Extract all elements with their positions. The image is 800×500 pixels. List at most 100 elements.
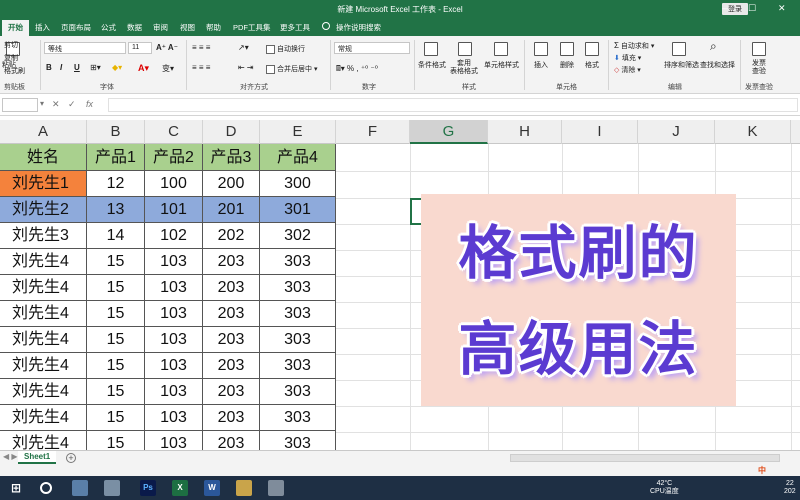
folder-icon[interactable] [236,480,252,496]
photoshop-icon[interactable]: Ps [140,480,156,496]
minimize-icon[interactable]: — [722,3,731,13]
fill-button[interactable]: ⬇ 填充 ▾ [614,53,641,63]
table-cell[interactable]: 刘先生4 [0,379,87,405]
bold-button[interactable]: B [46,63,52,72]
autosum-button[interactable]: Σ 自动求和 ▾ [614,41,654,51]
image-viewer-icon[interactable] [268,480,284,496]
table-cell[interactable]: 15 [87,353,145,379]
font-color-button[interactable]: A▾ [138,63,149,74]
find-select-button[interactable]: 查找和选择 [700,60,735,70]
tab-help[interactable]: 帮助 [206,22,221,33]
wrap-text-button[interactable]: 自动换行 [266,44,305,54]
tab-page-layout[interactable]: 页面布局 [61,22,91,33]
table-cell[interactable]: 13 [87,197,145,223]
column-header-f[interactable]: F [336,120,410,144]
table-cell[interactable]: 303 [260,275,336,301]
table-cell[interactable]: 103 [145,301,203,327]
horizontal-scrollbar[interactable] [510,454,780,462]
indent-buttons[interactable]: ⇤ ⇥ [238,63,254,72]
tab-insert[interactable]: 插入 [35,22,50,33]
app-icon[interactable] [104,480,120,496]
table-cell[interactable]: 103 [145,353,203,379]
format-cells-button[interactable]: 格式 [585,60,599,70]
table-cell[interactable]: 刘先生2 [0,197,87,223]
column-header-j[interactable]: J [638,120,715,144]
table-cell[interactable]: 303 [260,431,336,450]
insert-function-button[interactable]: fx [86,99,93,109]
grow-font-button[interactable]: A⁺ A⁻ [156,43,178,52]
column-header-a[interactable]: A [0,120,87,144]
orientation-button[interactable]: ↗▾ [238,43,249,52]
cut-label[interactable]: 剪切 [4,40,18,50]
table-cell[interactable]: 203 [203,249,260,275]
windows-start-icon[interactable]: ⊞ [8,480,24,496]
table-cell[interactable]: 15 [87,249,145,275]
table-cell[interactable]: 15 [87,405,145,431]
copy-label[interactable]: 复制 [4,53,18,63]
enter-icon[interactable]: ✓ [68,99,76,110]
table-cell[interactable]: 103 [145,405,203,431]
header-cell-product2[interactable]: 产品2 [145,144,203,171]
table-cell[interactable]: 303 [260,249,336,275]
cancel-icon[interactable]: ✕ [52,99,60,110]
font-size-select[interactable]: 11 [128,42,152,54]
table-cell[interactable]: 303 [260,405,336,431]
name-box[interactable] [2,98,38,112]
task-view-icon[interactable] [72,480,88,496]
column-header-c[interactable]: C [145,120,203,144]
table-cell[interactable]: 300 [260,171,336,197]
column-header-i[interactable]: I [562,120,638,144]
table-cell[interactable]: 刘先生4 [0,327,87,353]
font-name-select[interactable]: 等线 [44,42,126,54]
header-cell-product1[interactable]: 产品1 [87,144,145,171]
column-header-g[interactable]: G [410,120,488,144]
table-cell[interactable]: 15 [87,275,145,301]
number-format-buttons[interactable]: 🖩▾ % , ⁺⁰ ⁻⁰ [336,63,378,77]
merge-center-button[interactable]: 合并后居中 ▾ [266,64,317,74]
table-cell[interactable]: 203 [203,405,260,431]
delete-cells-button[interactable]: 删除 [560,60,574,70]
phonetic-button[interactable]: 变▾ [162,63,174,74]
tab-data[interactable]: 数据 [127,22,142,33]
table-cell[interactable]: 202 [203,223,260,249]
cell-styles-button[interactable]: 单元格样式 [484,60,519,70]
table-cell[interactable]: 15 [87,327,145,353]
italic-button[interactable]: I [60,63,62,72]
tab-formulas[interactable]: 公式 [101,22,116,33]
table-cell[interactable]: 302 [260,223,336,249]
table-cell[interactable]: 刘先生3 [0,223,87,249]
table-cell[interactable]: 102 [145,223,203,249]
table-cell[interactable]: 303 [260,353,336,379]
tab-review[interactable]: 审阅 [153,22,168,33]
table-cell[interactable]: 15 [87,301,145,327]
table-cell[interactable]: 15 [87,431,145,450]
column-header-k[interactable]: K [715,120,791,144]
header-cell-product3[interactable]: 产品3 [203,144,260,171]
table-cell[interactable]: 103 [145,275,203,301]
tell-me-search[interactable]: 操作说明搜索 [336,22,381,33]
word-icon[interactable]: W [204,480,220,496]
horizontal-align-buttons[interactable]: ≡ ≡ ≡ [192,63,210,72]
conditional-format-button[interactable]: 条件格式 [418,60,446,70]
header-cell-product4[interactable]: 产品4 [260,144,336,171]
format-as-table-button[interactable]: 套用 表格格式 [450,60,478,76]
table-cell[interactable]: 刘先生4 [0,275,87,301]
table-cell[interactable]: 303 [260,379,336,405]
table-cell[interactable]: 203 [203,275,260,301]
table-cell[interactable]: 12 [87,171,145,197]
table-cell[interactable]: 303 [260,301,336,327]
table-cell[interactable]: 14 [87,223,145,249]
tab-more-tools[interactable]: 更多工具 [280,22,310,33]
table-cell[interactable]: 刘先生4 [0,405,87,431]
formula-input[interactable] [108,98,798,112]
maximize-icon[interactable]: ☐ [748,3,756,14]
column-header-b[interactable]: B [87,120,145,144]
border-button[interactable]: ⊞▾ [90,63,101,72]
clear-button[interactable]: ◇ 清除 ▾ [614,65,641,75]
format-painter-button[interactable]: 格式刷 [4,66,25,76]
table-cell[interactable]: 刘先生1 [0,171,87,197]
column-header-h[interactable]: H [488,120,562,144]
underline-button[interactable]: U [74,63,80,72]
sort-filter-button[interactable]: 排序和筛选 [664,60,699,70]
add-sheet-button[interactable]: + [66,453,76,463]
